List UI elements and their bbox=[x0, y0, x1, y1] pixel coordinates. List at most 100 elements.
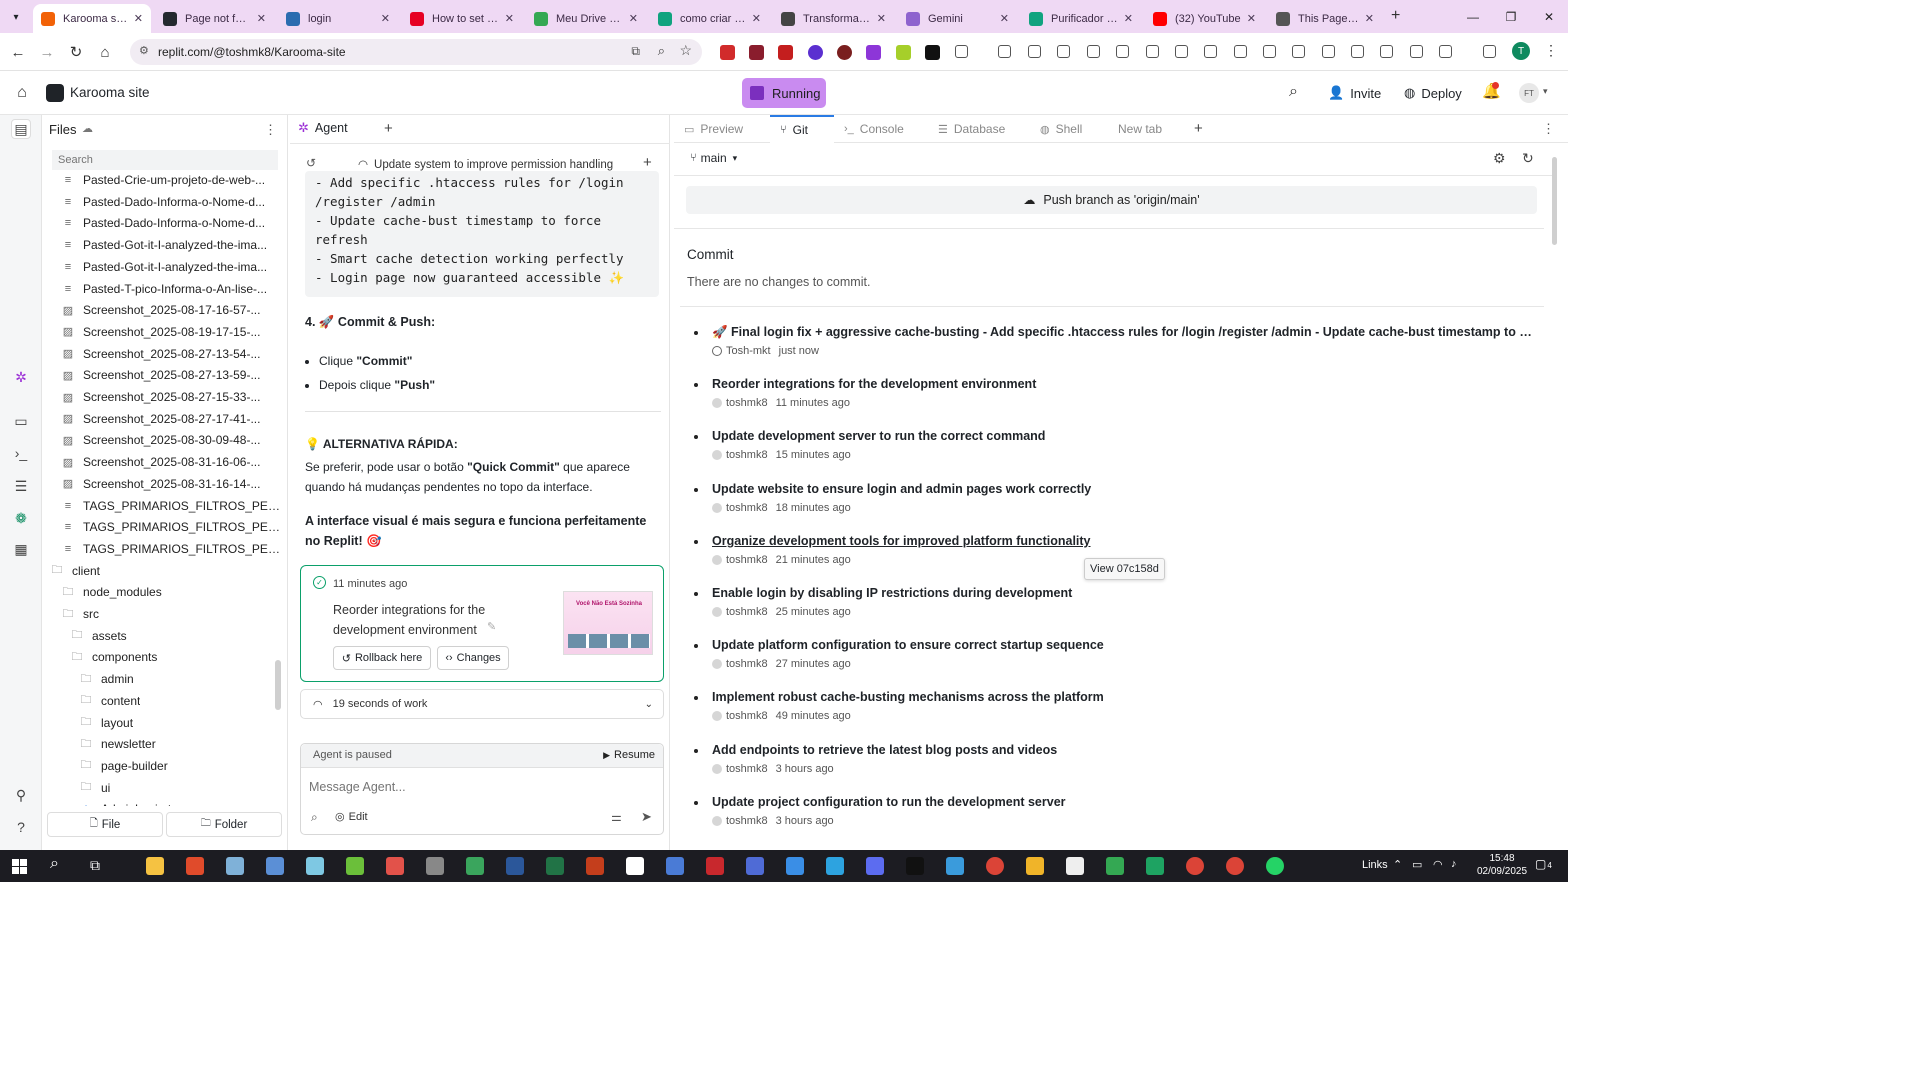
tab-console[interactable]: ›_ Console bbox=[834, 115, 928, 143]
work-summary[interactable]: ◠ 19 seconds of work ⌄ bbox=[300, 689, 664, 719]
taskbar-clock[interactable]: 15:48 02/09/2025 bbox=[1475, 852, 1529, 878]
close-tab-icon[interactable]: ✕ bbox=[752, 12, 761, 25]
commit-item[interactable]: Add endpoints to retrieve the latest blo… bbox=[694, 743, 1544, 783]
commit-message[interactable]: Update project configuration to run the … bbox=[712, 795, 1532, 809]
file-item[interactable]: ▨ Screenshot_2025-08-31-16-06-... bbox=[50, 451, 280, 473]
volume-icon[interactable]: ♪ bbox=[1451, 858, 1457, 870]
tab-database[interactable]: ☰ Database bbox=[928, 115, 1030, 143]
close-window-button[interactable]: ✕ bbox=[1530, 0, 1568, 33]
app-icon[interactable] bbox=[1026, 857, 1044, 875]
app-icon[interactable] bbox=[346, 857, 364, 875]
resume-button[interactable]: ▶ Resume bbox=[603, 749, 655, 761]
app-icon[interactable] bbox=[746, 857, 764, 875]
close-tab-icon[interactable]: ✕ bbox=[505, 12, 514, 25]
browser-tab[interactable]: Meu Drive - Go ✕ bbox=[526, 4, 646, 33]
word-icon[interactable] bbox=[506, 857, 524, 875]
commit-message[interactable]: 🚀 Final login fix + aggressive cache-bus… bbox=[712, 325, 1532, 340]
commit-message[interactable]: Enable login by disabling IP restriction… bbox=[712, 586, 1532, 600]
files-search-input[interactable] bbox=[52, 150, 278, 170]
ext-purple-icon[interactable] bbox=[808, 45, 823, 60]
files-menu-icon[interactable]: ⋮ bbox=[264, 122, 277, 138]
edit-pencil-icon[interactable]: ✎ bbox=[487, 620, 496, 633]
file-item[interactable]: ▨ Screenshot_2025-08-27-13-59-... bbox=[50, 364, 280, 386]
close-tab-icon[interactable]: ✕ bbox=[257, 12, 266, 25]
app-icon[interactable] bbox=[426, 857, 444, 875]
file-item[interactable]: ▨ Screenshot_2025-08-30-09-48-... bbox=[50, 429, 280, 451]
commit-message[interactable]: Reorder integrations for the development… bbox=[712, 377, 1532, 391]
help-icon[interactable]: ? bbox=[11, 817, 31, 837]
tab-shell[interactable]: ◍ Shell bbox=[1030, 115, 1108, 143]
ext-video-icon[interactable] bbox=[749, 45, 764, 60]
whatsapp-icon[interactable] bbox=[1266, 857, 1284, 875]
site-info-icon[interactable]: ⚙ bbox=[139, 44, 149, 57]
chevron-down-icon[interactable]: ▾ bbox=[1543, 86, 1548, 97]
edge-icon[interactable] bbox=[466, 857, 484, 875]
file-item[interactable]: ≡ Pasted-Crie-um-projeto-de-web-... bbox=[50, 170, 280, 191]
message-agent-input[interactable] bbox=[309, 776, 649, 798]
browser-tab[interactable]: como criar esta ✕ bbox=[650, 4, 769, 33]
file-explorer-icon[interactable] bbox=[146, 857, 164, 875]
file-item[interactable]: ≡ Pasted-Dado-Informa-o-Nome-d... bbox=[50, 191, 280, 213]
tab-search-icon[interactable] bbox=[1483, 45, 1496, 58]
commit-item[interactable]: Update development server to run the cor… bbox=[694, 429, 1544, 469]
settings-sliders-icon[interactable]: ⚌ bbox=[611, 810, 622, 824]
wifi-icon[interactable]: ◠ bbox=[1433, 858, 1443, 871]
table-icon[interactable] bbox=[1380, 45, 1393, 58]
git-settings-icon[interactable]: ⚙ bbox=[1493, 150, 1506, 167]
tab-search-icon[interactable]: ▾ bbox=[6, 8, 26, 26]
folder-item[interactable]: 🗀 components bbox=[50, 646, 280, 668]
app-icon[interactable] bbox=[226, 857, 244, 875]
address-bar[interactable]: ⚙ replit.com/@toshmk8/Karooma-site ⧉ ⌕ ☆ bbox=[130, 39, 702, 65]
taskbar-links[interactable]: Links bbox=[1362, 859, 1388, 871]
print-icon[interactable] bbox=[1175, 45, 1188, 58]
folder-item[interactable]: 🗀 layout bbox=[50, 712, 280, 734]
app-icon[interactable] bbox=[706, 857, 724, 875]
folder-item[interactable]: 🗀 admin bbox=[50, 668, 280, 690]
zoom-icon[interactable]: ⌕ bbox=[658, 43, 665, 59]
folder-item[interactable]: 🗀 src bbox=[50, 603, 280, 625]
minimize-button[interactable]: — bbox=[1454, 0, 1492, 33]
tab-agent[interactable]: ✲ Agent bbox=[290, 115, 374, 143]
console-icon[interactable]: ›_ bbox=[11, 443, 31, 463]
commit-message[interactable]: Organize development tools for improved … bbox=[712, 534, 1532, 548]
browser-tab[interactable]: Karooma site - ✕ bbox=[33, 4, 151, 33]
restore-button[interactable]: ❐ bbox=[1492, 0, 1530, 33]
close-tab-icon[interactable]: ✕ bbox=[1000, 12, 1009, 25]
file-item[interactable]: ≡ TAGS_PRIMARIOS_FILTROS_PES... bbox=[50, 516, 280, 538]
network-icon[interactable]: ▭ bbox=[1412, 858, 1422, 871]
extensions-icon[interactable] bbox=[955, 45, 968, 58]
add-tab-icon[interactable]: + bbox=[1194, 120, 1203, 137]
file-item[interactable]: ▨ Screenshot_2025-08-27-13-54-... bbox=[50, 343, 280, 365]
all-tools-icon[interactable]: ▦ bbox=[11, 539, 31, 559]
terminal-icon[interactable] bbox=[906, 857, 924, 875]
calculator-icon[interactable] bbox=[266, 857, 284, 875]
commit-item[interactable]: Update platform configuration to ensure … bbox=[694, 638, 1544, 678]
close-tab-icon[interactable]: ✕ bbox=[629, 12, 638, 25]
rollback-button[interactable]: ↺ Rollback here bbox=[333, 646, 431, 670]
files-icon[interactable]: ▤ bbox=[11, 119, 31, 139]
commit-message[interactable]: Implement robust cache-busting mechanism… bbox=[712, 690, 1532, 704]
code-icon[interactable] bbox=[1410, 45, 1423, 58]
new-folder-button[interactable]: 🗀 Folder bbox=[166, 812, 282, 837]
start-icon[interactable] bbox=[12, 859, 27, 874]
files-scrollbar[interactable] bbox=[275, 660, 281, 710]
history-icon[interactable] bbox=[1116, 45, 1129, 58]
browser-tab[interactable]: login ✕ bbox=[278, 4, 398, 33]
app-icon[interactable] bbox=[866, 857, 884, 875]
close-tab-icon[interactable]: ✕ bbox=[1365, 12, 1374, 25]
branch-selector[interactable]: ⑂ main ▾ bbox=[690, 151, 737, 165]
commit-message[interactable]: Update platform configuration to ensure … bbox=[712, 638, 1532, 652]
browser-tab[interactable]: (32) YouTube ✕ bbox=[1145, 4, 1264, 33]
file-item[interactable]: ≡ Pasted-Got-it-I-analyzed-the-ima... bbox=[50, 256, 280, 278]
forward-icon[interactable]: → bbox=[36, 41, 58, 63]
notification-center-icon[interactable]: ▢4 bbox=[1535, 857, 1552, 871]
commit-message[interactable]: Add endpoints to retrieve the latest blo… bbox=[712, 743, 1532, 757]
file-item[interactable]: ▨ Screenshot_2025-08-19-17-15-... bbox=[50, 321, 280, 343]
new-file-button[interactable]: 🗋 File bbox=[47, 812, 163, 837]
file-item[interactable]: ▨ Screenshot_2025-08-27-17-41-... bbox=[50, 408, 280, 430]
chrome-icon[interactable] bbox=[1186, 857, 1204, 875]
checkpoint-thumbnail[interactable]: Você Não Está Sozinha bbox=[563, 591, 653, 655]
file-item[interactable]: ≡ Pasted-Dado-Informa-o-Nome-d... bbox=[50, 212, 280, 234]
folder-item[interactable]: 🗀 newsletter bbox=[50, 733, 280, 755]
changes-button[interactable]: ‹› Changes bbox=[437, 646, 509, 670]
